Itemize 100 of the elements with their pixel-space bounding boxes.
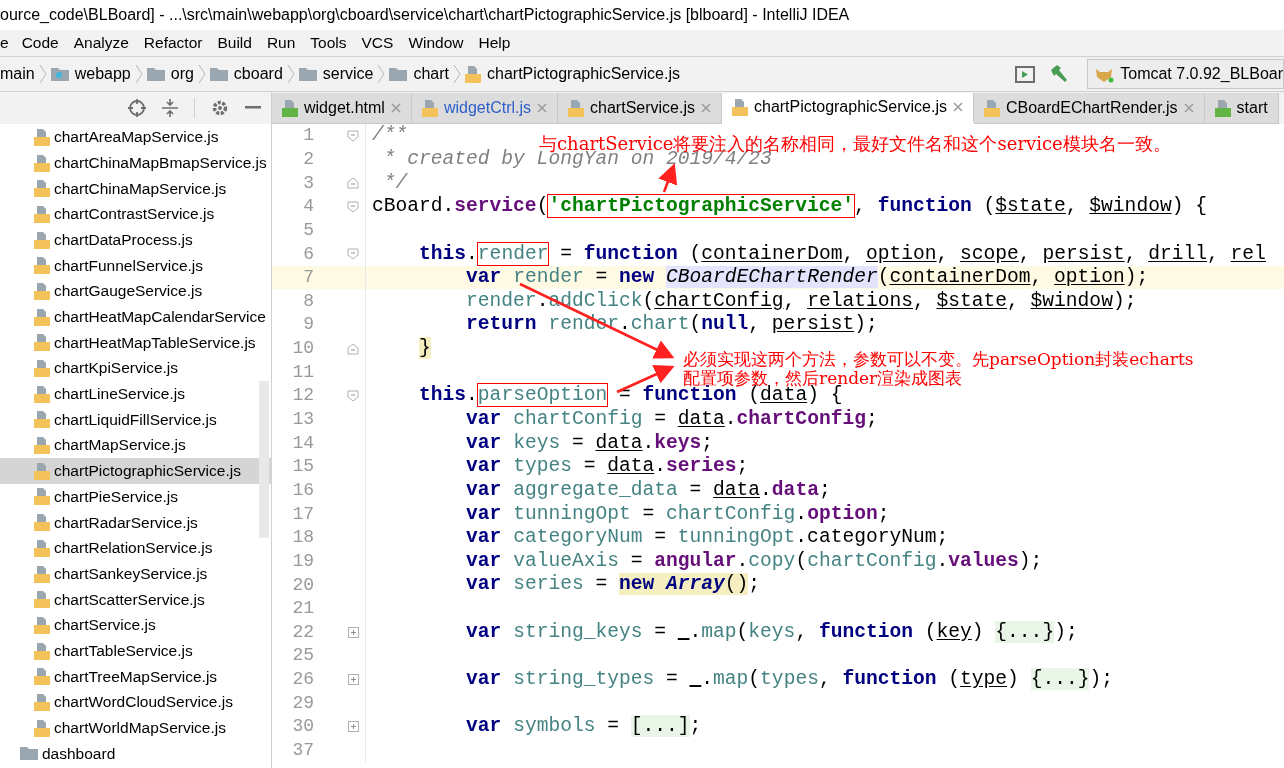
line-number: 3 xyxy=(302,171,314,195)
code-line: var keys = data.keys; xyxy=(465,434,714,452)
line-number: 21 xyxy=(291,597,314,621)
menu-item[interactable]: Run xyxy=(266,31,296,55)
editor-tab[interactable]: CBoardEChartRender.js xyxy=(973,93,1205,124)
breadcrumb-item[interactable]: chartPictographicService.js xyxy=(487,62,680,86)
line-number: 14 xyxy=(291,431,314,455)
js-file-icon xyxy=(34,513,50,532)
close-icon[interactable] xyxy=(1183,103,1194,113)
tree-item[interactable]: chartChinaMapBmapService.js xyxy=(0,149,271,176)
folder-icon xyxy=(389,67,408,81)
folder-icon xyxy=(146,67,165,81)
tree-item[interactable]: chartHeatMapCalendarService xyxy=(0,303,271,330)
tree-item[interactable]: chartChinaMapService.js xyxy=(0,175,271,202)
folder-icon xyxy=(209,67,228,81)
fold-icon[interactable] xyxy=(347,342,359,355)
menu-item[interactable]: Window xyxy=(408,31,464,55)
editor-tab[interactable]: chartPictographicService.js xyxy=(722,93,974,124)
editor-tab[interactable]: widgetCtrl.js xyxy=(411,93,559,124)
tree-item[interactable]: chartGaugeService.js xyxy=(0,278,271,304)
console-icon[interactable] xyxy=(1015,65,1036,83)
close-icon[interactable] xyxy=(537,103,548,113)
tree-item[interactable]: chartFunnelService.js xyxy=(0,252,271,279)
line-number: 4 xyxy=(302,195,314,219)
run-config-selector[interactable]: Tomcat 7.0.92_BLBoar xyxy=(1087,59,1284,89)
tree-item[interactable]: chartWordCloudService.js xyxy=(0,689,271,715)
menu-item[interactable]: Tools xyxy=(310,31,347,55)
fold-icon[interactable] xyxy=(347,177,359,190)
code-line: var string_types = _.map(types, function (type) {...}); xyxy=(465,671,1113,689)
editor-tab[interactable]: start xyxy=(1204,93,1279,124)
code-line: var tunningOpt = chartConfig.option; xyxy=(465,505,890,523)
line-number: 10 xyxy=(291,337,314,361)
breadcrumb-item[interactable]: webapp xyxy=(74,62,131,86)
folder-icon xyxy=(298,67,317,81)
tree-item[interactable]: chartDataProcess.js xyxy=(0,226,271,253)
tree-item[interactable]: chartContrastService.js xyxy=(0,201,271,227)
tree-item[interactable]: chartMapService.js xyxy=(0,432,271,458)
breadcrumb-item[interactable]: chart xyxy=(413,62,450,86)
code-line: var types = data.series; xyxy=(465,458,749,476)
fold-icon[interactable] xyxy=(347,200,359,213)
editor-tab[interactable]: chartService.js xyxy=(558,93,722,124)
tree-item[interactable]: chartScatterService.js xyxy=(0,586,271,613)
line-number: 2 xyxy=(302,147,314,171)
menu-item[interactable]: Refactor xyxy=(143,31,203,55)
locate-icon[interactable] xyxy=(128,99,146,117)
code-line: var chartConfig = data.chartConfig; xyxy=(465,411,878,428)
line-number: 5 xyxy=(302,218,314,242)
breadcrumb-item[interactable]: cboard xyxy=(233,62,283,86)
tree-item[interactable]: chartTreeMapService.js xyxy=(0,663,271,690)
tree-item[interactable]: chartLineService.js xyxy=(0,380,271,407)
fold-icon[interactable] xyxy=(347,389,359,402)
fold-icon[interactable] xyxy=(347,129,359,142)
expand-icon[interactable] xyxy=(348,674,359,686)
code-line: */ xyxy=(382,174,408,192)
tree-item[interactable]: chartWorldMapService.js xyxy=(0,714,271,741)
tree-item[interactable]: chartHeatMapTableService.js xyxy=(0,329,271,356)
tree-item[interactable]: chartLiquidFillService.js xyxy=(0,406,271,433)
scrollbar[interactable] xyxy=(259,381,269,538)
breadcrumb-item[interactable]: service xyxy=(322,62,374,86)
expand-icon[interactable] xyxy=(348,721,359,733)
tree-item[interactable]: dashboard xyxy=(0,740,271,767)
js-file-icon xyxy=(34,333,50,352)
close-icon[interactable] xyxy=(701,103,711,113)
line-number: 25 xyxy=(291,644,314,668)
code-line: this.render = function (containerDom, option, scope, persist, drill, rel xyxy=(418,245,1266,263)
menu-item[interactable]: Analyze xyxy=(73,31,129,55)
menu-item[interactable]: e xyxy=(0,31,9,55)
tree-item[interactable]: chartRadarService.js xyxy=(0,509,271,535)
fold-icon[interactable] xyxy=(347,248,359,260)
js-file-icon xyxy=(732,98,748,116)
menu-item[interactable]: Help xyxy=(478,31,511,55)
settings-icon[interactable] xyxy=(211,99,229,117)
chevron-icon xyxy=(38,64,47,84)
hammer-icon[interactable] xyxy=(1049,64,1070,84)
editor-tab[interactable]: widget.html xyxy=(272,93,412,124)
breadcrumb-item[interactable]: org xyxy=(170,62,194,86)
tree-item[interactable]: chartService.js xyxy=(0,612,271,638)
tree-item[interactable]: chartPictographicService.js xyxy=(0,457,271,484)
tree-item[interactable]: chartRelationService.js xyxy=(0,535,271,561)
tree-item[interactable]: chartSankeyService.js xyxy=(0,560,271,587)
js-file-icon xyxy=(34,615,50,634)
menu-item[interactable]: VCS xyxy=(361,31,394,55)
menu-item[interactable]: Code xyxy=(21,31,59,55)
close-icon[interactable] xyxy=(390,103,401,113)
line-number: 15 xyxy=(291,455,314,479)
tree-item[interactable]: chartTableService.js xyxy=(0,637,271,664)
tree-item[interactable]: chartAreaMapService.js xyxy=(0,124,271,150)
js-file-icon xyxy=(421,99,438,117)
collapse-icon[interactable] xyxy=(162,99,178,117)
minimize-icon[interactable] xyxy=(245,106,261,110)
menu-item[interactable]: Build xyxy=(217,31,252,55)
close-icon[interactable] xyxy=(952,102,963,112)
breadcrumb-item[interactable]: main xyxy=(0,62,35,86)
code-line: var render = new CBoardEChartRender(containerDom, option); xyxy=(465,269,1149,287)
js-file-icon xyxy=(34,127,50,146)
js-file-icon xyxy=(34,538,50,557)
expand-icon[interactable] xyxy=(348,626,359,638)
tree-item[interactable]: chartPieService.js xyxy=(0,483,271,510)
tree-item[interactable]: chartKpiService.js xyxy=(0,355,271,381)
js-file-icon xyxy=(34,461,50,480)
